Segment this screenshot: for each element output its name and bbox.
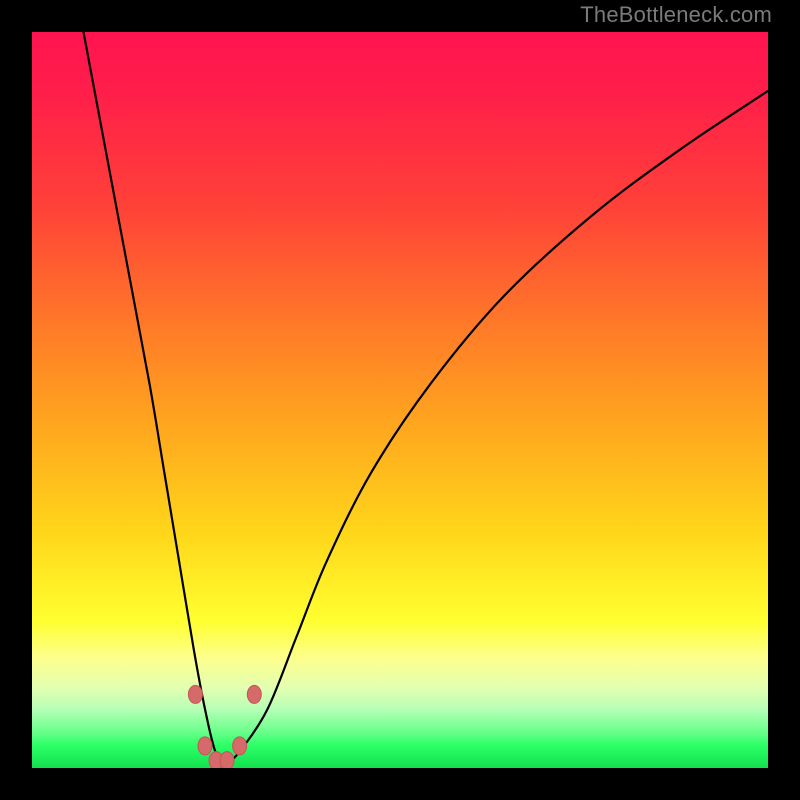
plot-area	[32, 32, 768, 768]
curve-layer	[32, 32, 768, 768]
trough-marker	[220, 752, 234, 768]
bottleneck-curve	[84, 32, 769, 761]
trough-marker	[233, 737, 247, 755]
watermark-text: TheBottleneck.com	[580, 2, 772, 28]
outer-frame: TheBottleneck.com	[0, 0, 800, 800]
trough-marker	[198, 737, 212, 755]
trough-marker	[188, 685, 202, 703]
trough-marker	[247, 685, 261, 703]
trough-markers	[188, 685, 261, 768]
